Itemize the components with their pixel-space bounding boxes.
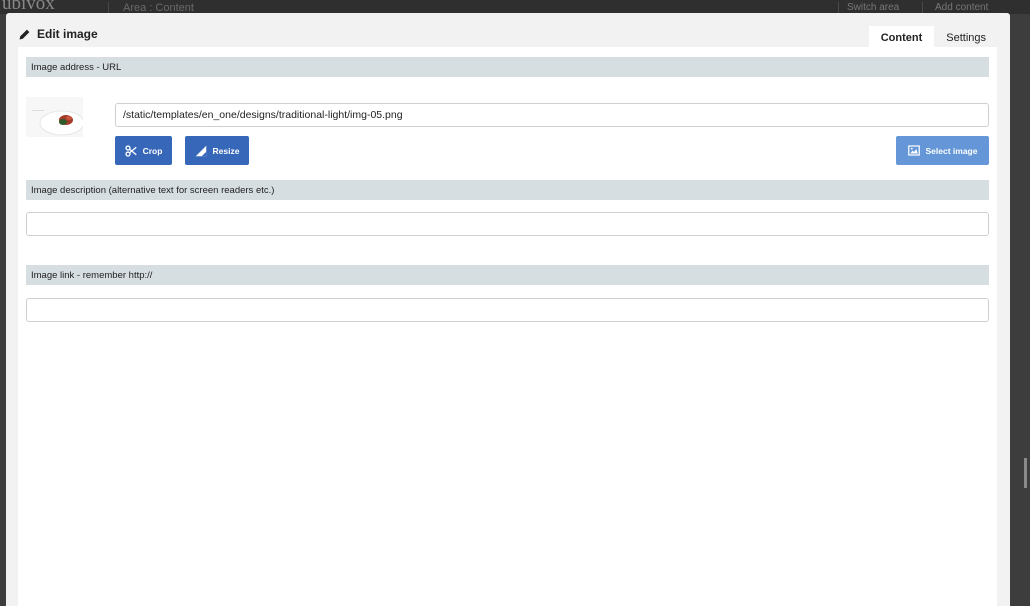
thumbnail-graphic [26,97,83,137]
select-image-button-label: Select image [925,145,978,156]
tab-settings[interactable]: Settings [934,26,998,48]
modal-title-text: Edit image [37,27,98,41]
switch-area-button: Switch area [838,2,899,13]
crop-button-label: Crop [142,145,163,156]
image-address-label: Image address - URL [26,57,989,77]
resize-button-label: Resize [212,145,240,156]
image-icon [907,145,920,156]
resize-handle [1024,458,1027,488]
image-description-label: Image description (alternative text for … [26,180,989,200]
modal-title: Edit image [18,27,98,41]
pencil-icon [19,29,30,39]
image-thumbnail[interactable] [26,97,83,137]
resize-icon [195,145,206,156]
image-link-label: Image link - remember http:// [26,265,989,285]
scissors-icon [124,144,137,157]
image-url-input[interactable] [115,103,989,127]
image-description-input[interactable] [26,212,989,236]
modal-header: Edit image Content Settings [6,13,1010,48]
select-image-button[interactable]: Select image [896,136,989,165]
background-app-bar: ubivox Area : Content Switch area Add co… [0,0,1030,14]
content-panel: Image address - URL Crop [18,47,997,606]
image-link-input[interactable] [26,298,989,322]
modal-tabs: Content Settings [868,26,998,48]
tab-content[interactable]: Content [868,26,935,48]
edit-image-modal: Edit image Content Settings Image addres… [6,13,1010,606]
crop-button[interactable]: Crop [115,136,172,165]
add-content-button: Add content [922,2,988,13]
app-logo: ubivox [2,0,55,14]
resize-button[interactable]: Resize [185,136,249,165]
